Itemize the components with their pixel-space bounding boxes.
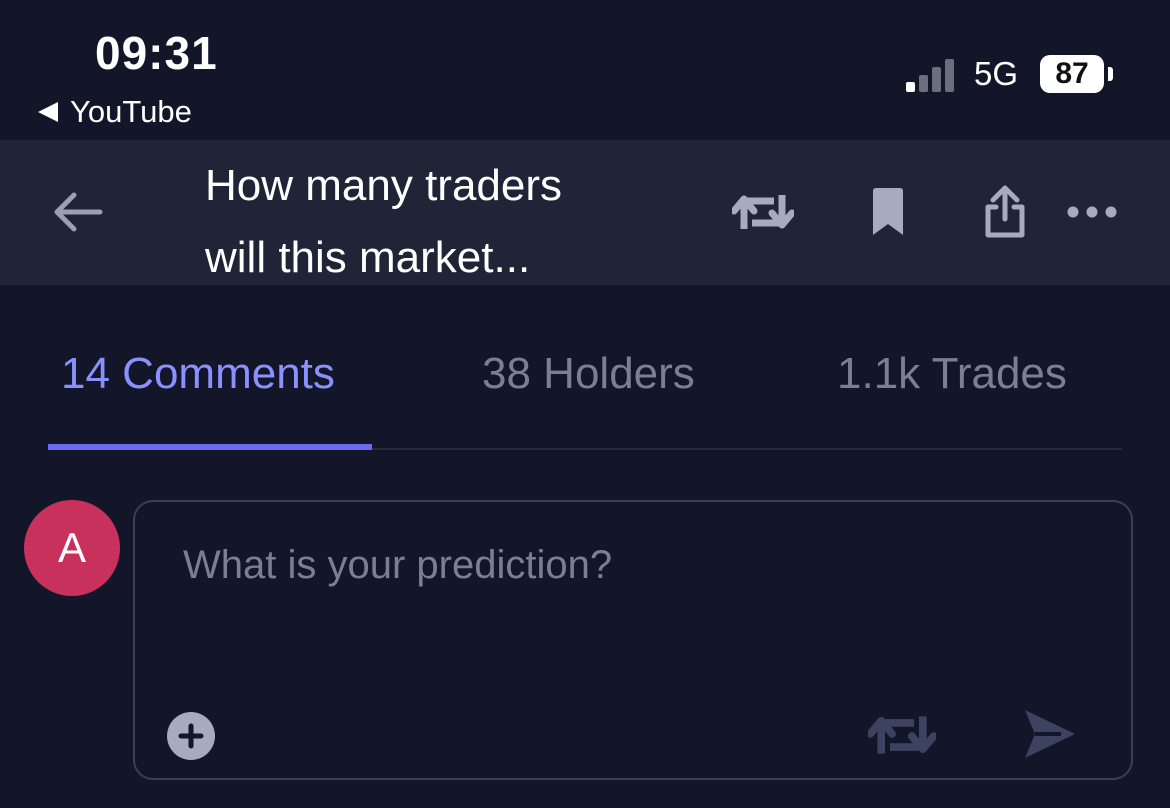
signal-icon: [906, 56, 960, 92]
comment-composer: [133, 500, 1133, 780]
send-icon: [1025, 710, 1075, 758]
back-to-app-link[interactable]: YouTube: [38, 92, 192, 132]
repost-icon: [732, 195, 794, 229]
status-bar: 09:31 YouTube 5G 87: [0, 0, 1170, 140]
market-title-line-2: will this market...: [205, 233, 531, 282]
share-icon: [985, 185, 1025, 238]
network-label: 5G: [974, 55, 1019, 92]
market-header: How many traders will this market...: [0, 140, 1170, 285]
market-title-line-1: How many traders: [205, 161, 563, 210]
composer-repost-button[interactable]: [867, 710, 937, 760]
arrow-left-icon: [54, 192, 103, 232]
bookmark-icon: [873, 188, 903, 235]
tab-holders[interactable]: 38 Holders: [482, 340, 695, 408]
battery-level: 87: [1055, 57, 1089, 90]
status-time: 09:31: [95, 27, 218, 79]
plus-circle-icon: [167, 712, 215, 760]
prediction-input[interactable]: [183, 530, 1083, 600]
market-title: How many traders will this market...: [205, 150, 645, 294]
bookmark-button[interactable]: [866, 180, 910, 244]
battery-icon: 87: [1040, 55, 1104, 93]
market-tabs: 14 Comments 38 Holders 1.1k Trades: [48, 340, 1122, 450]
avatar[interactable]: A: [24, 500, 120, 596]
add-attachment-button[interactable]: [163, 708, 219, 764]
active-tab-indicator: [48, 444, 372, 450]
tab-comments[interactable]: 14 Comments: [61, 340, 335, 408]
tab-trades[interactable]: 1.1k Trades: [837, 340, 1067, 408]
more-options-button[interactable]: [1064, 180, 1120, 244]
share-button[interactable]: [978, 180, 1032, 244]
market-comments-screen: 09:31 YouTube 5G 87 How many traders wil…: [0, 0, 1170, 808]
back-button[interactable]: [48, 184, 108, 240]
send-button[interactable]: [1019, 705, 1079, 763]
repost-icon: [868, 716, 936, 754]
repost-button[interactable]: [730, 180, 796, 244]
back-triangle-icon: [38, 102, 58, 122]
battery-nub: [1108, 67, 1113, 81]
back-app-label: YouTube: [70, 94, 192, 129]
more-icon: [1067, 206, 1117, 218]
